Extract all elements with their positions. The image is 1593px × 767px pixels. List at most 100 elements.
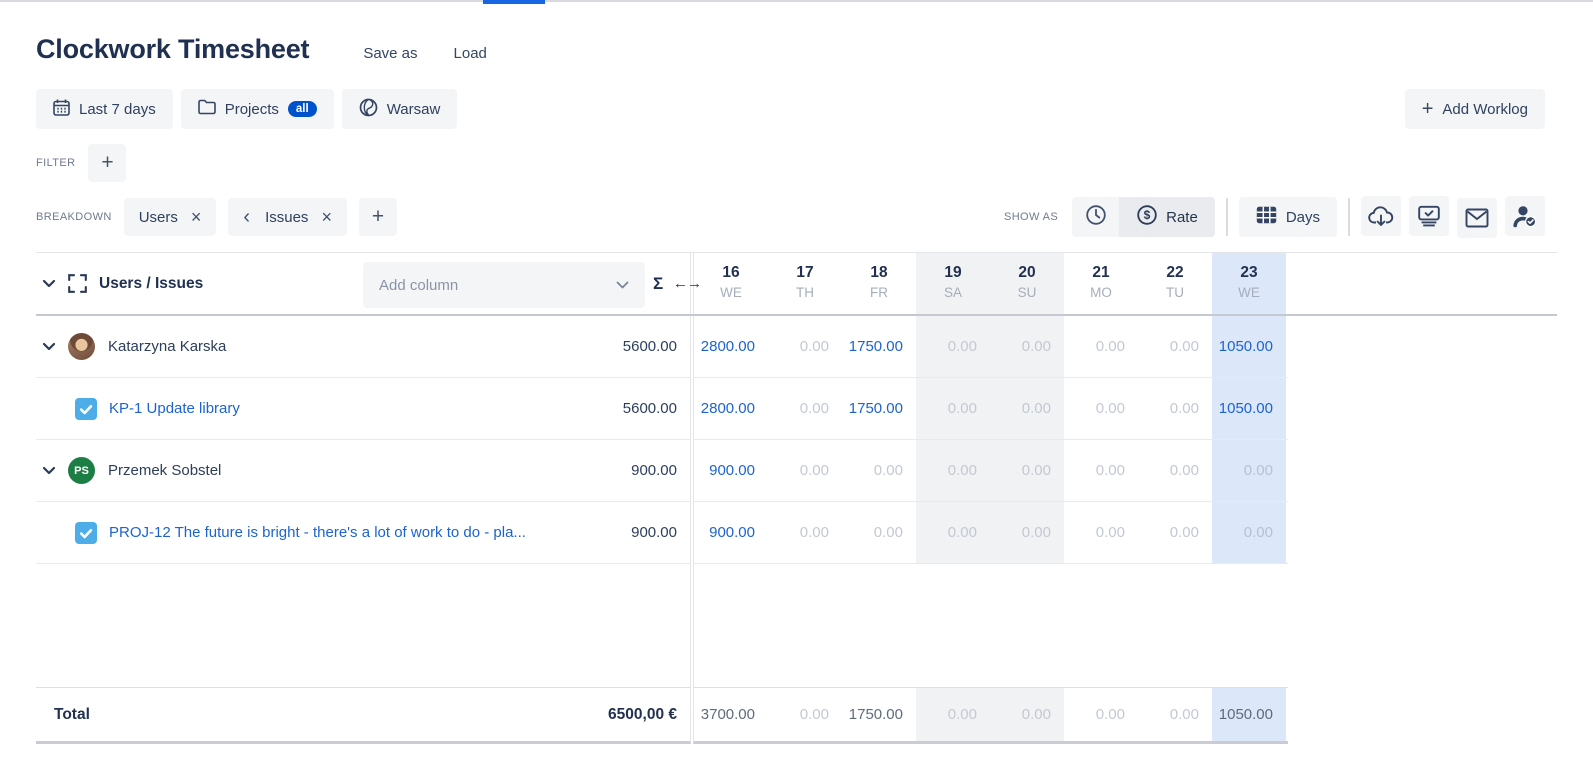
- cloud-download-button[interactable]: [1361, 196, 1401, 236]
- clock-icon: [1085, 204, 1107, 230]
- day-value-cell[interactable]: 0.00: [990, 378, 1064, 439]
- day-value-cell[interactable]: 0.00: [990, 440, 1064, 501]
- sum-toggle[interactable]: Σ: [653, 274, 663, 294]
- expand-icon[interactable]: [68, 274, 87, 293]
- day-value-cell[interactable]: 0.00: [1212, 440, 1286, 501]
- filter-row: FILTER +: [36, 144, 1557, 182]
- add-filter-button[interactable]: +: [88, 144, 126, 182]
- rate-label: Rate: [1166, 209, 1198, 226]
- day-value-cell[interactable]: 1750.00: [842, 316, 916, 377]
- total-left-cell: Total 6500,00 €: [36, 687, 691, 744]
- avatar: PS: [68, 457, 95, 484]
- table-title: Users / Issues: [99, 275, 203, 293]
- close-icon[interactable]: ×: [191, 208, 202, 226]
- table-body: Katarzyna Karska5600.002800.000.001750.0…: [36, 316, 1557, 564]
- expand-columns-arrows[interactable]: ←→: [673, 275, 745, 292]
- add-breakdown-button[interactable]: +: [359, 198, 397, 236]
- day-value-cell[interactable]: 900.00: [694, 502, 768, 563]
- day-abbr: MO: [1064, 285, 1138, 300]
- day-value-cell[interactable]: 0.00: [1064, 502, 1138, 563]
- close-icon[interactable]: ×: [321, 208, 332, 226]
- day-value-cell[interactable]: 0.00: [916, 316, 990, 377]
- day-value-cell[interactable]: 0.00: [1138, 378, 1212, 439]
- day-value-cell[interactable]: 0.00: [1138, 502, 1212, 563]
- total-day-value: 1050.00: [1212, 688, 1286, 741]
- chevron-down-icon[interactable]: [42, 279, 56, 288]
- breakdown-chip-users[interactable]: Users ×: [124, 198, 217, 236]
- day-abbr: WE: [1212, 285, 1286, 300]
- day-value-cell[interactable]: 0.00: [916, 440, 990, 501]
- save-as-link[interactable]: Save as: [363, 45, 417, 62]
- day-value-cell[interactable]: 0.00: [916, 378, 990, 439]
- load-link[interactable]: Load: [454, 45, 487, 62]
- breakdown-chip-issues-label: Issues: [265, 209, 308, 226]
- folder-icon: [198, 99, 216, 119]
- day-value-cell[interactable]: 0.00: [990, 502, 1064, 563]
- issue-link[interactable]: KP-1 Update library: [109, 400, 240, 417]
- show-as-group: SHOW AS $ Rate Days: [1004, 196, 1545, 238]
- day-number: 20: [990, 264, 1064, 282]
- day-value-cell[interactable]: 0.00: [1064, 440, 1138, 501]
- envelope-button[interactable]: [1457, 198, 1497, 238]
- add-column-select[interactable]: Add column: [363, 262, 645, 308]
- breakdown-chip-issues[interactable]: ‹ Issues ×: [228, 198, 347, 236]
- cloud-download-icon: [1368, 204, 1394, 228]
- day-values: 900.000.000.000.000.000.000.000.00: [693, 440, 1288, 502]
- day-value-cell[interactable]: 0.00: [842, 440, 916, 501]
- avatar: [68, 333, 95, 360]
- day-value-cell[interactable]: 900.00: [694, 440, 768, 501]
- day-value-cell[interactable]: 2800.00: [694, 378, 768, 439]
- add-worklog-label: Add Worklog: [1442, 101, 1528, 118]
- day-value-cell[interactable]: 0.00: [1064, 316, 1138, 377]
- table-row: Katarzyna Karska5600.002800.000.001750.0…: [36, 316, 1557, 378]
- day-number: 17: [768, 264, 842, 282]
- chevron-down-icon[interactable]: [42, 342, 56, 351]
- day-number: 23: [1212, 264, 1286, 282]
- title-row: Clockwork Timesheet Save as Load: [36, 34, 1557, 65]
- chevron-left-icon[interactable]: ‹: [243, 207, 250, 227]
- day-value-cell[interactable]: 0.00: [768, 440, 842, 501]
- day-value-cell[interactable]: 0.00: [842, 502, 916, 563]
- row-filler: [1288, 378, 1557, 440]
- day-value-cell[interactable]: 0.00: [768, 502, 842, 563]
- add-worklog-button[interactable]: + Add Worklog: [1405, 89, 1545, 129]
- row-label-cell: PROJ-12 The future is bright - there's a…: [36, 502, 691, 564]
- day-value-cell[interactable]: 1750.00: [842, 378, 916, 439]
- table-header-left-cell: Users / Issues Add column Σ ←→: [36, 253, 691, 314]
- top-divider: [0, 0, 1593, 2]
- day-value-cell[interactable]: 1050.00: [1212, 378, 1286, 439]
- day-value-cell[interactable]: 0.00: [1138, 316, 1212, 377]
- day-value-cell[interactable]: 0.00: [768, 378, 842, 439]
- date-range-button[interactable]: Last 7 days: [36, 89, 173, 129]
- screen-check-button[interactable]: [1409, 196, 1449, 236]
- days-button[interactable]: Days: [1239, 197, 1337, 237]
- show-as-rate-option[interactable]: $ Rate: [1119, 197, 1215, 237]
- user-check-button[interactable]: [1505, 196, 1545, 236]
- divider: [1226, 198, 1228, 236]
- day-abbr: SU: [990, 285, 1064, 300]
- day-value-cell[interactable]: 0.00: [916, 502, 990, 563]
- chevron-down-icon[interactable]: [42, 466, 56, 475]
- day-value-cell[interactable]: 0.00: [1064, 378, 1138, 439]
- show-as-time-option[interactable]: [1072, 197, 1119, 237]
- row-total: 5600.00: [623, 338, 690, 355]
- day-number: 18: [842, 264, 916, 282]
- empty-area: [36, 564, 1557, 687]
- day-value-cell[interactable]: 0.00: [768, 316, 842, 377]
- page-title: Clockwork Timesheet: [36, 34, 309, 65]
- total-row: Total 6500,00 € 3700.000.001750.000.000.…: [36, 687, 1557, 744]
- day-value-cell[interactable]: 2800.00: [694, 316, 768, 377]
- timezone-label: Warsaw: [387, 101, 441, 118]
- issue-link[interactable]: PROJ-12 The future is bright - there's a…: [109, 524, 526, 541]
- table-grid-icon: [1256, 206, 1277, 228]
- row-filler: [1288, 502, 1557, 564]
- row-total: 900.00: [631, 462, 690, 479]
- breakdown-label: BREAKDOWN: [36, 211, 112, 223]
- date-range-label: Last 7 days: [79, 101, 156, 118]
- day-value-cell[interactable]: 0.00: [990, 316, 1064, 377]
- timezone-button[interactable]: Warsaw: [342, 89, 458, 129]
- day-value-cell[interactable]: 0.00: [1138, 440, 1212, 501]
- day-value-cell[interactable]: 0.00: [1212, 502, 1286, 563]
- projects-button[interactable]: Projects all: [181, 89, 334, 129]
- day-value-cell[interactable]: 1050.00: [1212, 316, 1286, 377]
